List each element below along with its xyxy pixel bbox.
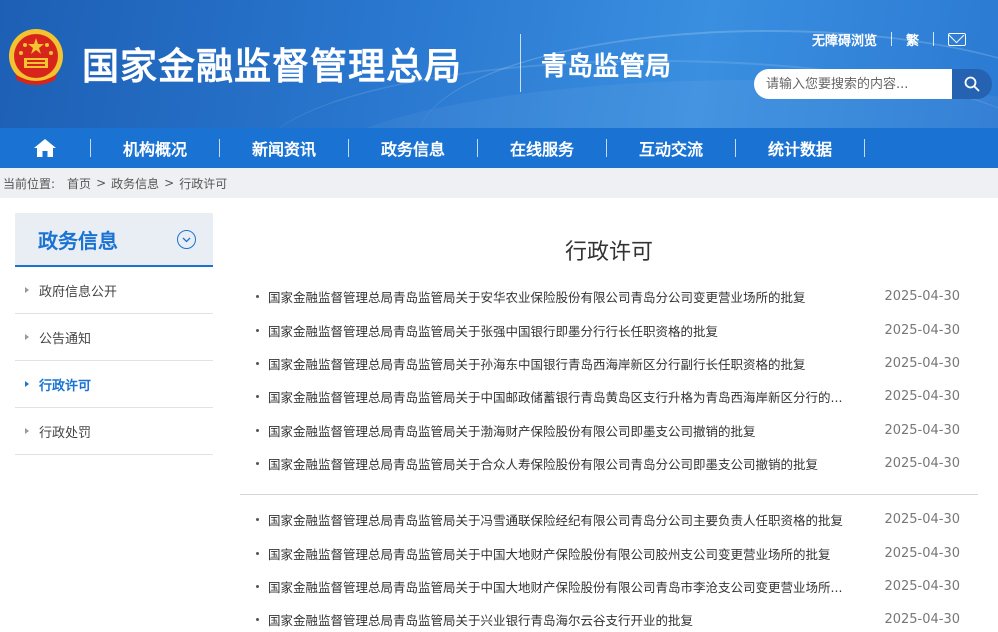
publish-date: 2025-04-30 <box>884 612 960 628</box>
document-link[interactable]: 国家金融监督管理总局青岛监管局关于合众人寿保险股份有限公司青岛分公司即墨支公司撤… <box>268 454 848 473</box>
document-link[interactable]: 国家金融监督管理总局青岛监管局关于孙海东中国银行青岛西海岸新区分行副行长任职资格… <box>268 354 848 373</box>
breadcrumb-current[interactable]: 行政许可 <box>179 175 227 192</box>
caret-right-icon <box>25 287 29 293</box>
sidebar-title: 政务信息 <box>38 228 118 253</box>
publish-date: 2025-04-30 <box>884 512 960 528</box>
page-title: 行政许可 <box>564 240 653 265</box>
breadcrumb-separator: > <box>164 176 175 190</box>
sidebar-item-label: 行政许可 <box>39 378 92 394</box>
collapse-toggle[interactable] <box>177 230 196 249</box>
list-item[interactable]: 国家金融监督管理总局青岛监管局关于安华农业保险股份有限公司青岛分公司变更营业场所… <box>256 280 966 313</box>
breadcrumb-separator: > <box>96 176 107 190</box>
list-item[interactable]: 国家金融监督管理总局青岛监管局关于合众人寿保险股份有限公司青岛分公司即墨支公司撤… <box>256 447 966 480</box>
main-nav: 机构概况 新闻资讯 政务信息 在线服务 互动交流 统计数据 <box>0 128 998 168</box>
nav-item-government-info[interactable]: 政务信息 <box>349 128 477 168</box>
document-link[interactable]: 国家金融监督管理总局青岛监管局关于安华农业保险股份有限公司青岛分公司变更营业场所… <box>268 287 848 306</box>
top-links: 无障碍浏览 繁 <box>812 30 967 49</box>
list-divider <box>240 494 978 495</box>
sidebar-item-administrative-penalties[interactable]: 行政处罚 <box>15 408 213 455</box>
list-item[interactable]: 国家金融监督管理总局青岛监管局关于张强中国银行即墨分行行长任职资格的批复 202… <box>256 313 966 346</box>
bullet <box>256 618 259 622</box>
link-separator <box>891 32 893 46</box>
publish-date: 2025-04-30 <box>884 389 960 405</box>
publish-date: 2025-04-30 <box>884 322 960 338</box>
document-link[interactable]: 国家金融监督管理总局青岛监管局关于中国大地财产保险股份有限公司青岛市李沧支公司变… <box>268 577 848 596</box>
title-divider <box>520 34 521 92</box>
bullet <box>256 328 259 332</box>
bullet <box>256 518 259 522</box>
bullet <box>256 428 259 432</box>
document-link[interactable]: 国家金融监督管理总局青岛监管局关于张强中国银行即墨分行行长任职资格的批复 <box>268 321 848 340</box>
breadcrumb: 当前位置: 首页 > 政务信息 > 行政许可 <box>0 168 998 198</box>
nav-home[interactable] <box>0 128 90 168</box>
document-link[interactable]: 国家金融监督管理总局青岛监管局关于冯雪通联保险经纪有限公司青岛分公司主要负责人任… <box>268 510 848 529</box>
list-item[interactable]: 国家金融监督管理总局青岛监管局关于孙海东中国银行青岛西海岸新区分行副行长任职资格… <box>256 347 966 380</box>
bullet <box>256 295 259 299</box>
breadcrumb-government-info[interactable]: 政务信息 <box>111 175 159 192</box>
nav-item-news[interactable]: 新闻资讯 <box>220 128 348 168</box>
publish-date: 2025-04-30 <box>884 355 960 371</box>
list-item[interactable]: 国家金融监督管理总局青岛监管局关于兴业银行青岛海尔云谷支行开业的批复 2025-… <box>256 603 966 632</box>
sidebar-item-announcements[interactable]: 公告通知 <box>15 314 213 361</box>
accessibility-link[interactable]: 无障碍浏览 <box>812 30 877 49</box>
nav-item-about[interactable]: 机构概况 <box>91 128 219 168</box>
branch-title[interactable]: 青岛监管局 <box>541 46 671 83</box>
link-separator <box>933 32 935 46</box>
document-list: 国家金融监督管理总局青岛监管局关于冯雪通联保险经纪有限公司青岛分公司主要负责人任… <box>256 503 966 632</box>
site-title[interactable]: 国家金融监督管理总局 <box>82 36 462 90</box>
search-button[interactable] <box>952 69 992 99</box>
national-emblem-icon <box>9 29 63 85</box>
nav-item-statistics[interactable]: 统计数据 <box>736 128 864 168</box>
bullet <box>256 462 259 466</box>
breadcrumb-home[interactable]: 首页 <box>67 175 91 192</box>
bullet <box>256 361 259 365</box>
caret-right-icon <box>25 381 29 387</box>
list-item[interactable]: 国家金融监督管理总局青岛监管局关于渤海财产保险股份有限公司即墨支公司撤销的批复 … <box>256 414 966 447</box>
list-item[interactable]: 国家金融监督管理总局青岛监管局关于中国大地财产保险股份有限公司青岛市李沧支公司变… <box>256 570 966 603</box>
sidebar-item-label: 政府信息公开 <box>39 284 118 300</box>
publish-date: 2025-04-30 <box>884 456 960 472</box>
home-icon <box>34 139 56 157</box>
site-header: 国家金融监督管理总局 青岛监管局 无障碍浏览 繁 <box>0 0 998 128</box>
bullet <box>256 551 259 555</box>
list-item[interactable]: 国家金融监督管理总局青岛监管局关于中国大地财产保险股份有限公司胶州支公司变更营业… <box>256 536 966 569</box>
document-link[interactable]: 国家金融监督管理总局青岛监管局关于兴业银行青岛海尔云谷支行开业的批复 <box>268 610 848 629</box>
sidebar-item-administrative-licensing[interactable]: 行政许可 <box>15 361 213 408</box>
caret-right-icon <box>25 428 29 434</box>
breadcrumb-prefix: 当前位置: <box>3 176 56 191</box>
mail-icon[interactable] <box>948 32 967 46</box>
nav-separator <box>864 139 865 157</box>
document-link[interactable]: 国家金融监督管理总局青岛监管局关于渤海财产保险股份有限公司即墨支公司撤销的批复 <box>268 421 848 440</box>
publish-date: 2025-04-30 <box>884 578 960 594</box>
sidebar-item-label: 公告通知 <box>39 331 92 347</box>
document-list: 国家金融监督管理总局青岛监管局关于安华农业保险股份有限公司青岛分公司变更营业场所… <box>256 280 966 480</box>
chevron-down-icon <box>182 237 191 242</box>
nav-item-online-services[interactable]: 在线服务 <box>478 128 606 168</box>
document-link[interactable]: 国家金融监督管理总局青岛监管局关于中国邮政储蓄银行青岛黄岛区支行升格为青岛西海岸… <box>268 387 848 406</box>
sidebar-header: 政务信息 <box>15 213 213 267</box>
sidebar-item-gov-info-disclosure[interactable]: 政府信息公开 <box>15 267 213 314</box>
publish-date: 2025-04-30 <box>884 422 960 438</box>
bullet <box>256 584 259 588</box>
search-input[interactable] <box>754 69 952 99</box>
bullet <box>256 395 259 399</box>
traditional-chinese-link[interactable]: 繁 <box>906 30 919 49</box>
nav-item-interaction[interactable]: 互动交流 <box>607 128 735 168</box>
list-item[interactable]: 国家金融监督管理总局青岛监管局关于冯雪通联保险经纪有限公司青岛分公司主要负责人任… <box>256 503 966 536</box>
publish-date: 2025-04-30 <box>884 545 960 561</box>
search-icon <box>964 76 980 92</box>
document-link[interactable]: 国家金融监督管理总局青岛监管局关于中国大地财产保险股份有限公司胶州支公司变更营业… <box>268 544 848 563</box>
caret-right-icon <box>25 334 29 340</box>
sidebar: 政务信息 政府信息公开 公告通知 行政许可 行政处罚 <box>15 213 213 455</box>
list-item[interactable]: 国家金融监督管理总局青岛监管局关于中国邮政储蓄银行青岛黄岛区支行升格为青岛西海岸… <box>256 380 966 413</box>
publish-date: 2025-04-30 <box>884 289 960 305</box>
sidebar-item-label: 行政处罚 <box>39 425 92 441</box>
